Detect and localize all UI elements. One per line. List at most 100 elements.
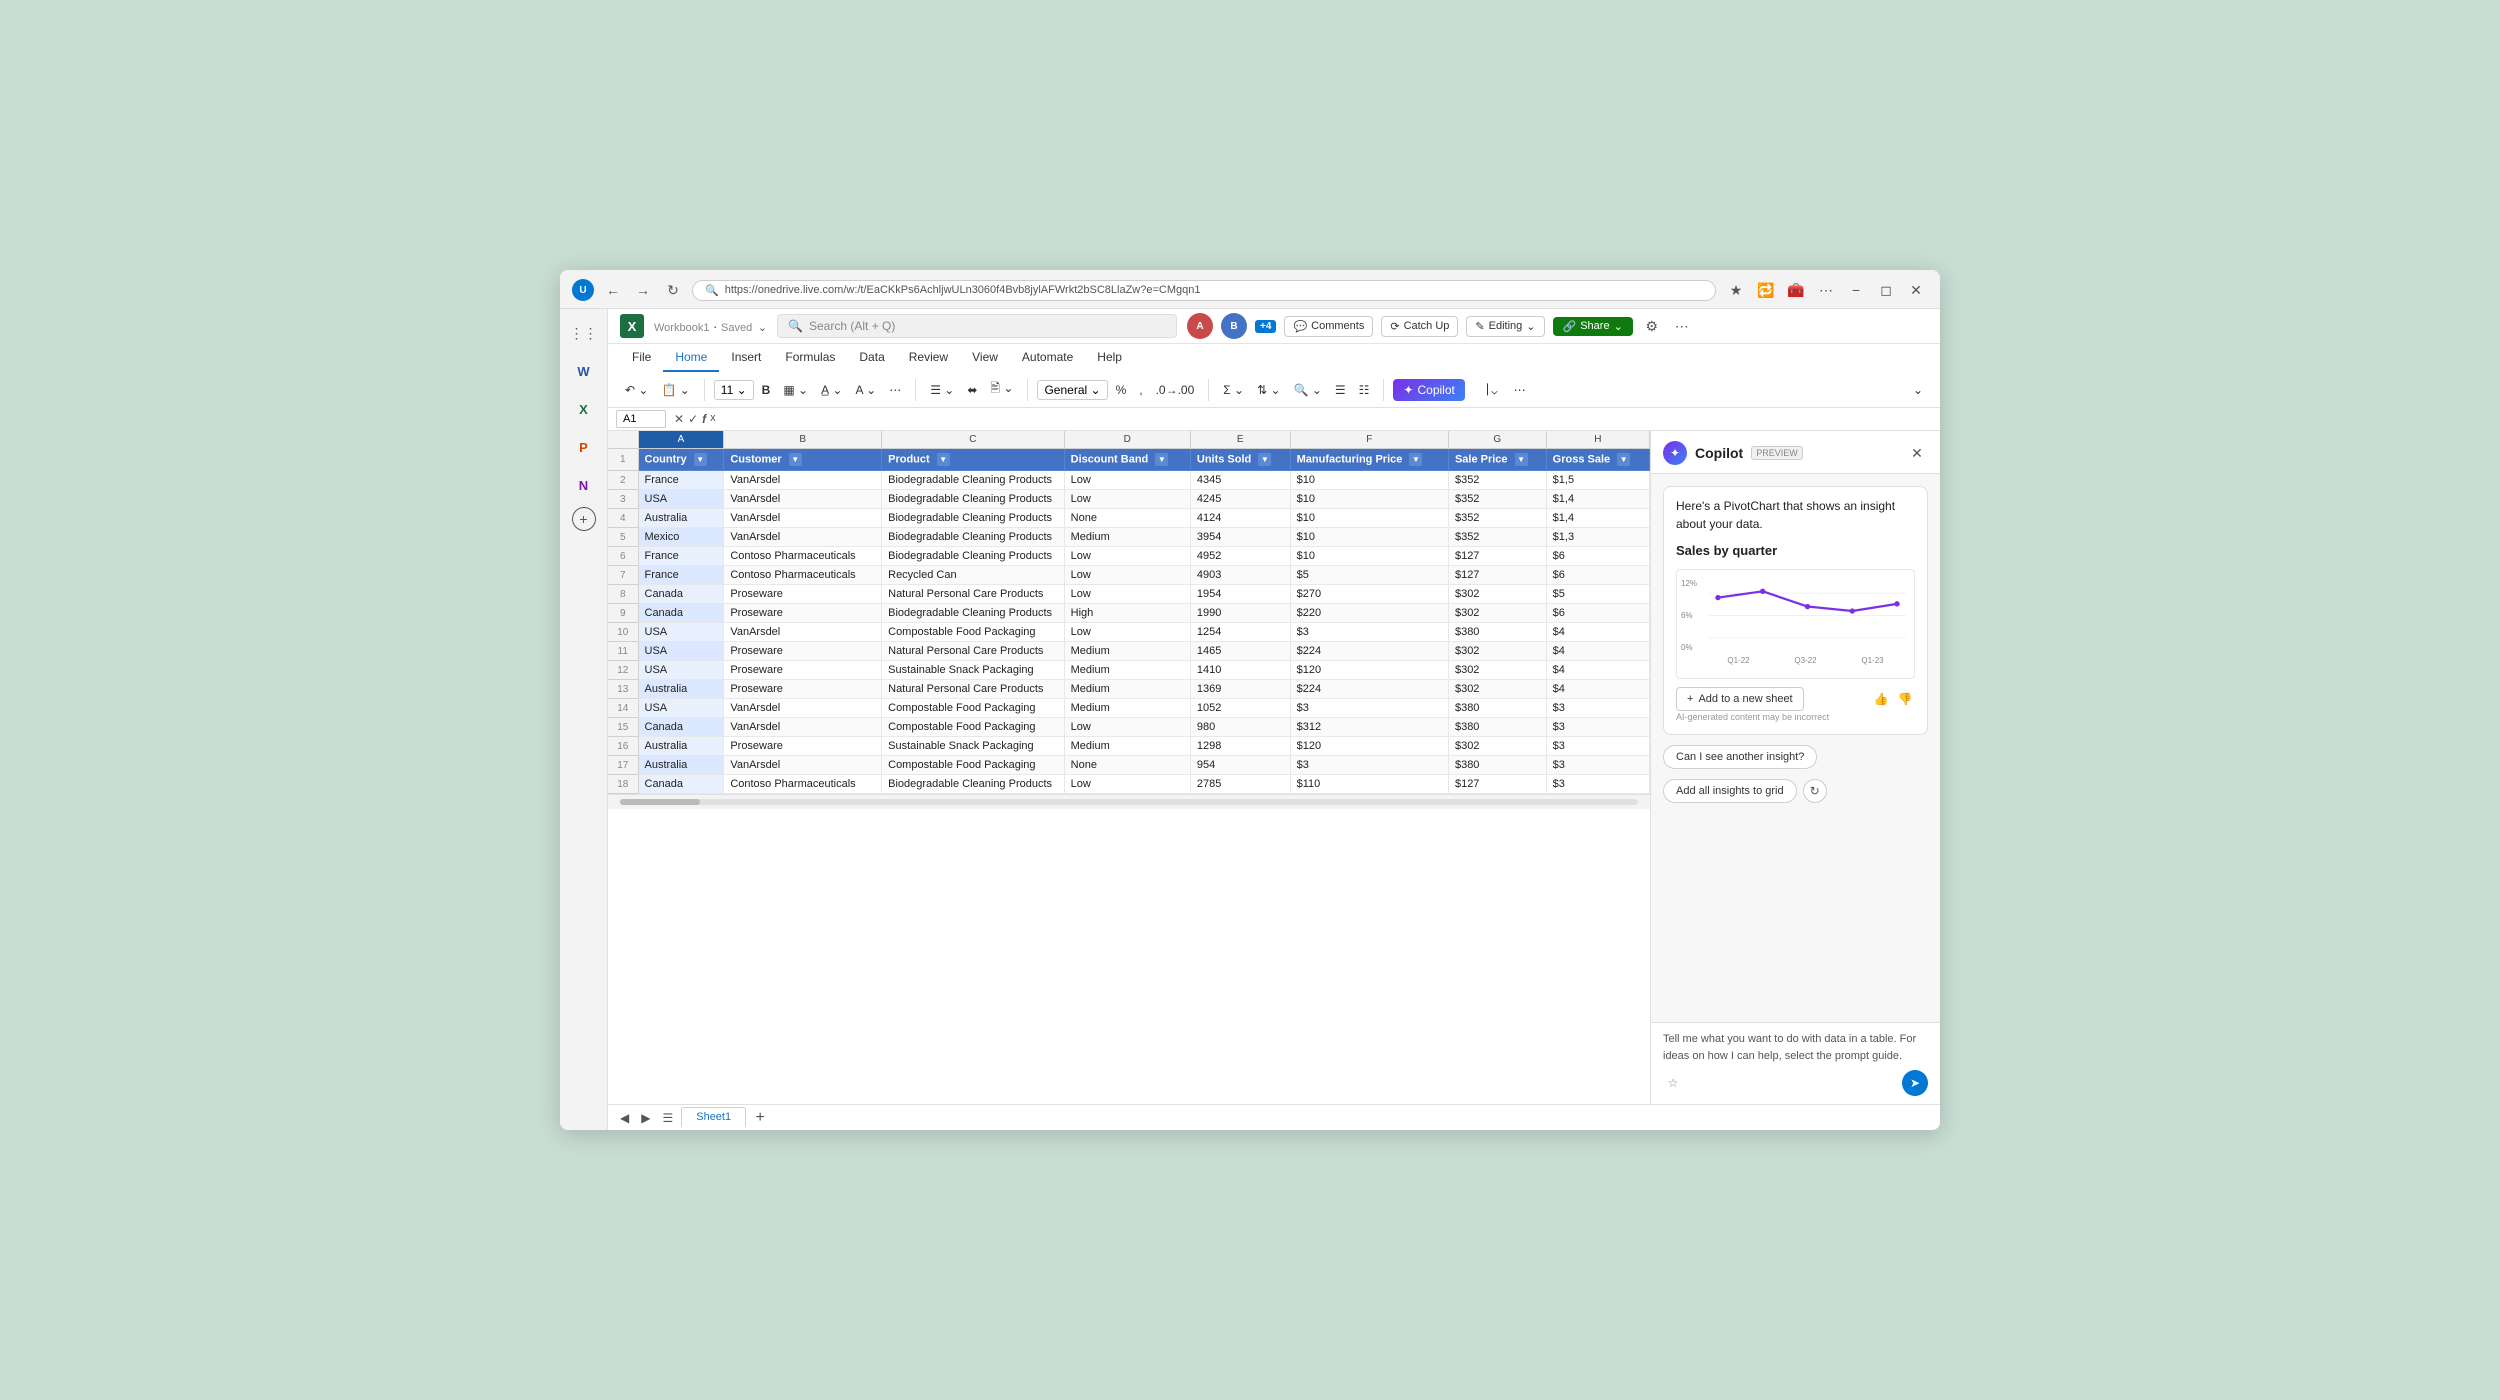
cell-r2-c3[interactable]: Biodegradable Cleaning Products [882, 471, 1065, 490]
cell-r6-c8[interactable]: $6 [1546, 547, 1649, 566]
cell-r18-c5[interactable]: 2785 [1190, 775, 1290, 794]
cell-r7-c3[interactable]: Recycled Can [882, 566, 1065, 585]
see-another-insight-button[interactable]: Can I see another insight? [1663, 745, 1817, 769]
tab-review[interactable]: Review [897, 344, 960, 372]
sidebar-add-button[interactable]: + [572, 507, 596, 531]
ribbon-more-button[interactable]: ⋯ [1509, 380, 1531, 400]
cell-r8-c5[interactable]: 1954 [1190, 585, 1290, 604]
cell-r5-c5[interactable]: 3954 [1190, 528, 1290, 547]
number-format-dropdown[interactable]: General ⌄ [1037, 380, 1107, 400]
cell-r14-c6[interactable]: $3 [1290, 699, 1448, 718]
cell-r8-c2[interactable]: Proseware [724, 585, 882, 604]
font-color-button[interactable]: A ⌄ [850, 380, 881, 400]
cell-r15-c7[interactable]: $380 [1448, 718, 1546, 737]
cell-r4-c3[interactable]: Biodegradable Cleaning Products [882, 509, 1065, 528]
cell-r2-c4[interactable]: Low [1064, 471, 1190, 490]
cell-r15-c6[interactable]: $312 [1290, 718, 1448, 737]
undo-button[interactable]: ↶ ⌄ [620, 380, 653, 400]
sum-button[interactable]: Σ ⌄ [1218, 380, 1249, 400]
cell-r3-c2[interactable]: VanArsdel [724, 490, 882, 509]
column-view-button[interactable]: ⎹ ⌄ [1471, 379, 1503, 400]
cell-r3-c7[interactable]: $352 [1448, 490, 1546, 509]
cell-r17-c7[interactable]: $380 [1448, 756, 1546, 775]
add-to-new-sheet-button[interactable]: + Add to a new sheet [1676, 687, 1804, 711]
sheet-list-button[interactable]: ☰ [658, 1109, 677, 1127]
cell-r4-c8[interactable]: $1,4 [1546, 509, 1649, 528]
cell-r4-c5[interactable]: 4124 [1190, 509, 1290, 528]
cell-r16-c4[interactable]: Medium [1064, 737, 1190, 756]
cancel-formula-icon[interactable]: ✕ [674, 412, 684, 426]
cell-r4-c4[interactable]: None [1064, 509, 1190, 528]
copilot-send-button[interactable]: ➤ [1902, 1070, 1928, 1096]
cell-r10-c5[interactable]: 1254 [1190, 623, 1290, 642]
editing-button[interactable]: ✎ Editing ⌄ [1466, 316, 1544, 337]
cell-r5-c6[interactable]: $10 [1290, 528, 1448, 547]
formula-input[interactable] [724, 410, 1932, 428]
cell-r5-c7[interactable]: $352 [1448, 528, 1546, 547]
tab-help[interactable]: Help [1085, 344, 1134, 372]
cell-r8-c4[interactable]: Low [1064, 585, 1190, 604]
cell-r18-c4[interactable]: Low [1064, 775, 1190, 794]
cell-r11-c1[interactable]: USA [638, 642, 724, 661]
cell-r16-c3[interactable]: Sustainable Snack Packaging [882, 737, 1065, 756]
cell-r7-c4[interactable]: Low [1064, 566, 1190, 585]
more-options-icon-button[interactable]: ⋯ [1671, 315, 1693, 337]
cell-r6-c4[interactable]: Low [1064, 547, 1190, 566]
cell-r14-c3[interactable]: Compostable Food Packaging [882, 699, 1065, 718]
cell-r18-c8[interactable]: $3 [1546, 775, 1649, 794]
browser-maximize-icon[interactable]: ◻ [1874, 278, 1898, 302]
cell-r14-c7[interactable]: $380 [1448, 699, 1546, 718]
sidebar-icon-powerpoint[interactable]: P [568, 431, 600, 463]
format-table-button[interactable]: ☰ [1330, 380, 1351, 400]
col-header-G[interactable]: G [1448, 431, 1546, 449]
cell-r4-c1[interactable]: Australia [638, 509, 724, 528]
browser-more-icon[interactable]: ⋯ [1814, 278, 1838, 302]
cell-r5-c4[interactable]: Medium [1064, 528, 1190, 547]
cell-r16-c7[interactable]: $302 [1448, 737, 1546, 756]
cell-r6-c6[interactable]: $10 [1290, 547, 1448, 566]
conditional-format-button[interactable]: ☷ [1354, 380, 1375, 400]
cell-r18-c6[interactable]: $110 [1290, 775, 1448, 794]
more-font-button[interactable]: ⋯ [884, 380, 906, 400]
cell-r16-c6[interactable]: $120 [1290, 737, 1448, 756]
add-sheet-button[interactable]: + [750, 1108, 770, 1128]
ribbon-expand-button[interactable]: ⌄ [1908, 380, 1928, 400]
copilot-ribbon-button[interactable]: ✦ Copilot [1393, 379, 1464, 401]
cell-r12-c3[interactable]: Sustainable Snack Packaging [882, 661, 1065, 680]
tab-insert[interactable]: Insert [719, 344, 773, 372]
cell-r2-c6[interactable]: $10 [1290, 471, 1448, 490]
horizontal-scrollbar[interactable] [620, 799, 1638, 805]
cell-r14-c2[interactable]: VanArsdel [724, 699, 882, 718]
cell-r16-c8[interactable]: $3 [1546, 737, 1649, 756]
cell-r10-c8[interactable]: $4 [1546, 623, 1649, 642]
cell-r17-c6[interactable]: $3 [1290, 756, 1448, 775]
cell-r18-c2[interactable]: Contoso Pharmaceuticals [724, 775, 882, 794]
cell-r12-c1[interactable]: USA [638, 661, 724, 680]
tab-view[interactable]: View [960, 344, 1010, 372]
cell-r11-c7[interactable]: $302 [1448, 642, 1546, 661]
browser-collections-icon[interactable]: 🔁 [1754, 278, 1778, 302]
cell-r15-c8[interactable]: $3 [1546, 718, 1649, 737]
confirm-formula-icon[interactable]: ✓ [688, 412, 698, 426]
col-header-F[interactable]: F [1290, 431, 1448, 449]
cell-r7-c6[interactable]: $5 [1290, 566, 1448, 585]
comments-button[interactable]: 💬 Comments [1284, 316, 1373, 337]
sheet-tab-sheet1[interactable]: Sheet1 [681, 1107, 746, 1128]
cell-reference-box[interactable]: A1 [616, 410, 666, 428]
cell-r12-c4[interactable]: Medium [1064, 661, 1190, 680]
cell-r13-c1[interactable]: Australia [638, 680, 724, 699]
cell-r7-c2[interactable]: Contoso Pharmaceuticals [724, 566, 882, 585]
cell-r2-c7[interactable]: $352 [1448, 471, 1546, 490]
share-button[interactable]: 🔗 Share ⌄ [1553, 317, 1633, 336]
cell-r15-c5[interactable]: 980 [1190, 718, 1290, 737]
browser-back-button[interactable]: ← [602, 279, 624, 301]
filter-icon-sale[interactable]: ▼ [1515, 453, 1528, 466]
cell-r5-c1[interactable]: Mexico [638, 528, 724, 547]
cell-r13-c4[interactable]: Medium [1064, 680, 1190, 699]
cell-r16-c5[interactable]: 1298 [1190, 737, 1290, 756]
increase-decimal-button[interactable]: .0→.00 [1151, 380, 1200, 400]
merge-button[interactable]: ⬌ [962, 380, 982, 400]
cell-r3-c4[interactable]: Low [1064, 490, 1190, 509]
comma-button[interactable]: , [1134, 380, 1147, 400]
cell-r15-c2[interactable]: VanArsdel [724, 718, 882, 737]
